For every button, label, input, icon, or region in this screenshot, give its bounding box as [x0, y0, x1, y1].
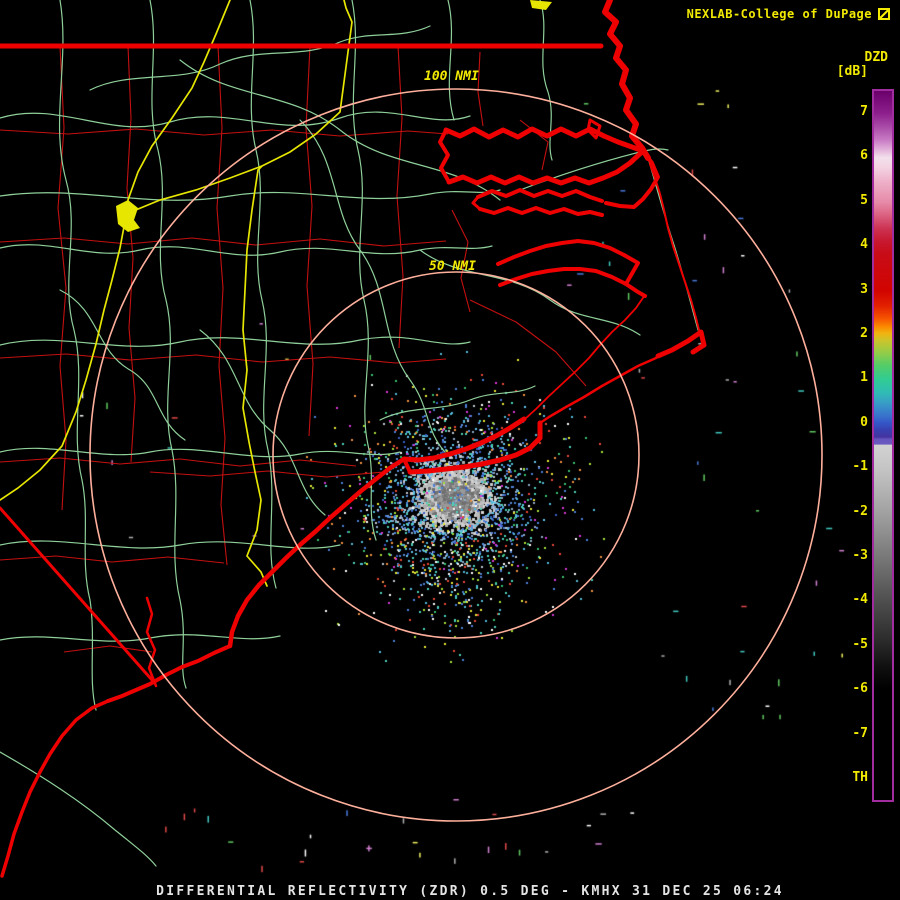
- units-label: [dB]: [836, 64, 868, 79]
- colorbar-tick: 6: [860, 148, 868, 164]
- colorbar-tick: 3: [860, 281, 868, 297]
- ring-label-100nmi: 100 NMI: [424, 69, 479, 84]
- colorbar-tick: 5: [860, 192, 868, 208]
- range-ring-100nmi: [89, 88, 823, 822]
- colorbar-tick: -3: [852, 548, 868, 563]
- colorbar-tick: TH: [852, 770, 868, 785]
- colorbar-tick: -2: [852, 503, 868, 519]
- product-code-label: DZD: [864, 50, 888, 65]
- colorbar-tick: 1: [860, 370, 868, 386]
- city-boundary: [116, 200, 140, 232]
- colorbar-tick: -6: [852, 681, 868, 697]
- brand-glyph-icon: [878, 8, 890, 20]
- range-ring-50nmi: [272, 271, 640, 639]
- colorbar-tick: 0: [860, 414, 868, 430]
- colorbar-tick: -7: [852, 725, 868, 741]
- brand-title: NEXLAB-College of DuPage: [686, 7, 872, 21]
- colorbar-tick: 2: [860, 326, 868, 341]
- county-borders: [0, 45, 587, 653]
- colorbar-tick: -4: [852, 592, 868, 608]
- product-caption: DIFFERENTIAL REFLECTIVITY (ZDR) 0.5 DEG …: [156, 884, 784, 899]
- colorbar-tick: 4: [860, 237, 868, 253]
- radar-display: 100 NMI 50 NMI NEXLAB-College of DuPage …: [0, 0, 900, 900]
- colorbar-tick: 7: [860, 104, 868, 119]
- colorbar-tick: -1: [852, 459, 868, 475]
- colorbar-tick: -5: [852, 636, 868, 652]
- basemap: 100 NMI 50 NMI: [0, 0, 823, 878]
- city-boundary-small: [530, 0, 552, 10]
- color-scale-bar: [872, 89, 894, 802]
- ring-label-50nmi: 50 NMI: [429, 259, 476, 274]
